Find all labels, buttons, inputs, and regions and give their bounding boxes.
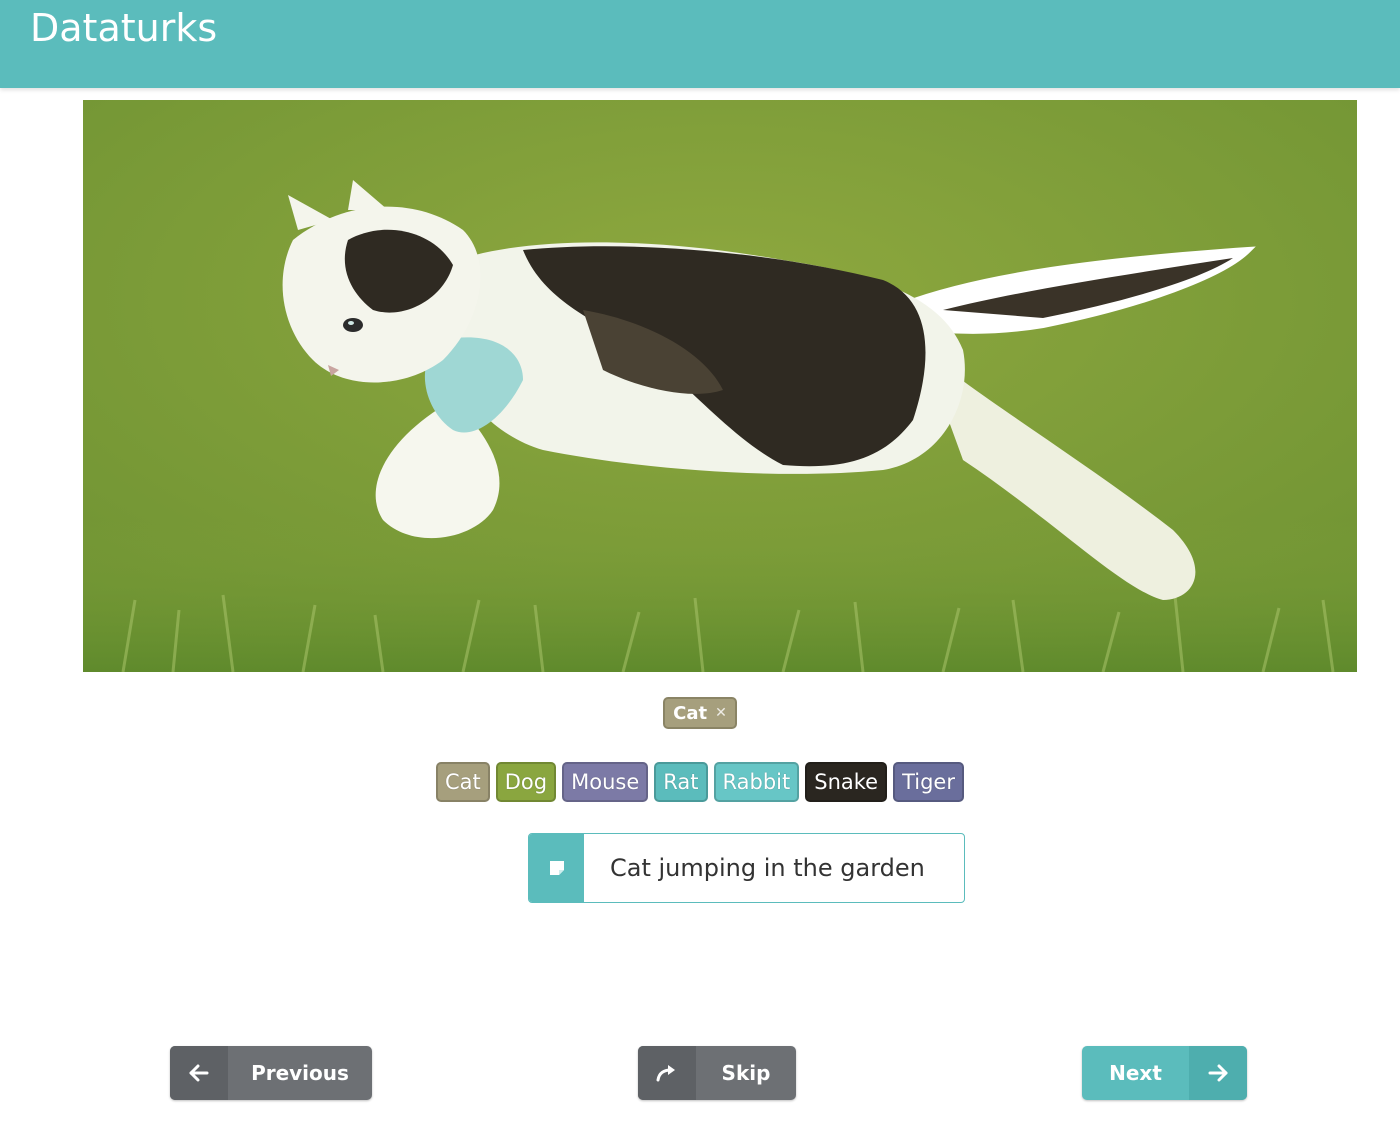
caption-field bbox=[528, 833, 965, 903]
label-option-tiger[interactable]: Tiger bbox=[893, 762, 964, 802]
next-button[interactable]: Next bbox=[1082, 1046, 1247, 1100]
skip-button[interactable]: Skip bbox=[638, 1046, 796, 1100]
arrow-right-icon bbox=[1189, 1046, 1247, 1100]
next-label: Next bbox=[1109, 1061, 1162, 1085]
label-option-cat[interactable]: Cat bbox=[436, 762, 490, 802]
share-arrow-icon bbox=[638, 1046, 696, 1100]
label-option-rabbit[interactable]: Rabbit bbox=[713, 762, 800, 802]
top-header: Dataturks bbox=[0, 0, 1400, 88]
caption-input[interactable] bbox=[584, 834, 964, 902]
selected-tags: Cat ✕ bbox=[0, 697, 1400, 733]
label-option-snake[interactable]: Snake bbox=[805, 762, 888, 802]
selected-tag-label: Cat bbox=[673, 702, 708, 724]
sticky-note-icon bbox=[549, 861, 564, 875]
remove-tag-icon[interactable]: ✕ bbox=[715, 705, 727, 721]
previous-button[interactable]: Previous bbox=[170, 1046, 372, 1100]
arrow-left-icon bbox=[170, 1046, 228, 1100]
label-option-rat[interactable]: Rat bbox=[654, 762, 708, 802]
label-option-mouse[interactable]: Mouse bbox=[562, 762, 649, 802]
label-option-dog[interactable]: Dog bbox=[495, 762, 557, 802]
image-to-label bbox=[83, 100, 1357, 672]
cat-photo bbox=[83, 100, 1357, 672]
app-root: Dataturks Cat ✕ Cat Dog Mouse Rat Rabbit… bbox=[0, 0, 1400, 1137]
caption-icon-box bbox=[529, 834, 584, 902]
skip-label: Skip bbox=[721, 1061, 771, 1085]
brand-title[interactable]: Dataturks bbox=[30, 4, 217, 52]
selected-tag-cat[interactable]: Cat ✕ bbox=[663, 697, 737, 729]
label-options: Cat Dog Mouse Rat Rabbit Snake Tiger bbox=[0, 762, 1400, 804]
previous-label: Previous bbox=[251, 1061, 349, 1085]
